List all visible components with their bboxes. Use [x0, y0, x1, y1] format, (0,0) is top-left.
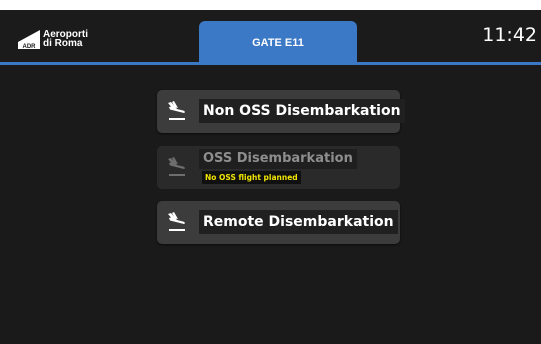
non-oss-disembarkation-button[interactable]: Non OSS Disembarkation: [157, 90, 405, 133]
header-accent-line: [0, 62, 541, 65]
oss-disembarkation-label: OSS Disembarkation: [199, 149, 357, 169]
no-oss-flight-notice: No OSS flight planned: [202, 171, 301, 184]
header-bar: ADR Aeroporti di Roma GATE E11 11:42: [0, 10, 541, 65]
plane-landing-icon: [164, 154, 190, 180]
gate-tab-label: GATE E11: [252, 37, 304, 49]
plane-landing-icon: [164, 209, 190, 235]
remote-disembarkation-button[interactable]: Remote Disembarkation: [157, 201, 400, 244]
adr-logo-mark: ADR: [18, 29, 40, 50]
non-oss-disembarkation-label: Non OSS Disembarkation: [199, 99, 405, 123]
tab-gate[interactable]: GATE E11: [199, 21, 357, 65]
adr-logo: ADR Aeroporti di Roma: [18, 28, 88, 50]
remote-disembarkation-label: Remote Disembarkation: [199, 210, 398, 234]
plane-landing-icon: [164, 98, 190, 124]
app-screen: ADR Aeroporti di Roma GATE E11 11:42 Non…: [0, 10, 541, 344]
logo-line-2: di Roma: [43, 38, 83, 49]
oss-disembarkation-button[interactable]: OSS Disembarkation No OSS flight planned: [157, 146, 400, 189]
clock: 11:42: [482, 24, 537, 46]
logo-text: Aeroporti di Roma: [43, 30, 88, 49]
svg-text:ADR: ADR: [23, 44, 37, 49]
